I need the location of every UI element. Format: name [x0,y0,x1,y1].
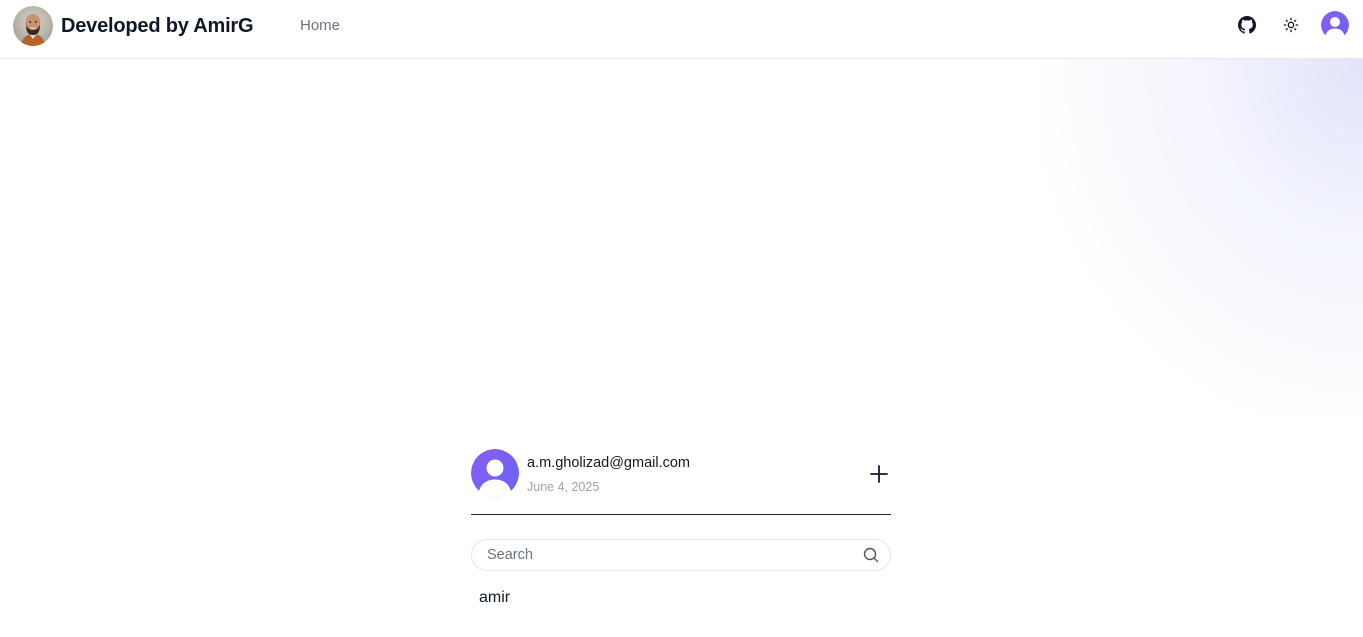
brand-title: Developed by AmirG [61,14,254,37]
background-glow [1043,59,1363,419]
brand-link[interactable]: Developed by AmirG [13,6,254,46]
plus-icon [870,465,888,483]
chat-panel: a.m.gholizad@gmail.com June 4, 2025 amir [471,449,891,607]
sun-icon[interactable] [1277,11,1305,39]
profile-date: June 4, 2025 [527,480,600,494]
user-avatar[interactable] [1321,11,1349,39]
brand-logo [13,6,53,46]
header-actions [1233,11,1349,39]
profile-avatar [471,449,519,497]
search-icon[interactable] [863,547,879,563]
add-conversation-button[interactable] [867,462,891,486]
profile-email: a.m.gholizad@gmail.com [527,455,691,471]
profile-header: a.m.gholizad@gmail.com June 4, 2025 [471,449,891,515]
search-input[interactable] [471,539,891,571]
nav-home-link[interactable]: Home [300,17,340,34]
search-container [471,539,891,571]
top-navbar: Developed by AmirG Home [0,0,1363,59]
github-icon[interactable] [1233,11,1261,39]
conversation-item[interactable]: amir [471,589,891,607]
